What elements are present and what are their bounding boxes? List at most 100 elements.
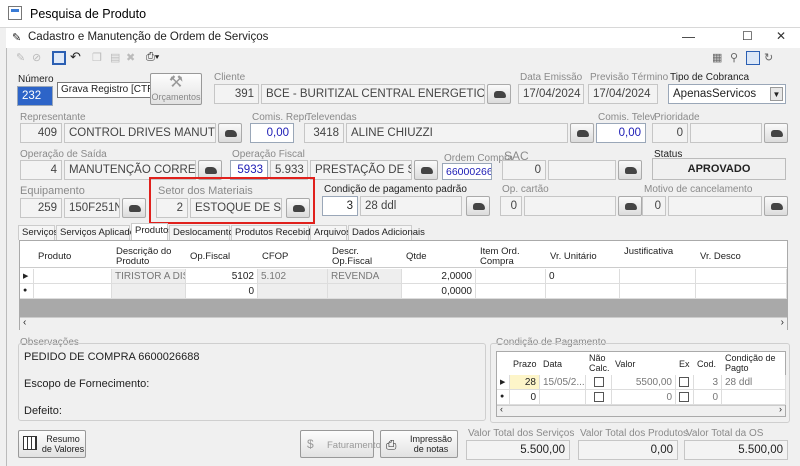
op-cartao-name[interactable] [524,196,616,216]
grid-cell-item[interactable] [476,269,546,284]
scroll-left-icon[interactable]: ‹ [23,317,26,328]
motivo-lookup-icon[interactable] [764,196,788,216]
cp-cell-ex[interactable] [676,375,694,390]
tab-dados-adicionais[interactable]: Dados Adicionais [348,225,425,240]
tab-serviços-aplicados[interactable]: Serviços Aplicados [56,225,140,240]
cond-pag-code[interactable]: 3 [322,196,358,216]
sac-lookup-icon[interactable] [618,160,642,180]
checkbox-icon[interactable] [594,392,604,402]
grid-cell-just[interactable] [620,284,696,299]
print-icon[interactable]: ⎙▾ [146,51,160,65]
comis-telev-field[interactable]: 0,00 [596,123,646,143]
copy-icon[interactable]: ❐ [92,51,106,65]
representante-name[interactable]: CONTROL DRIVES MANUTENÇÃ [64,123,216,143]
search-icon[interactable]: ⚲ [730,51,744,65]
sac-name[interactable] [548,160,616,180]
undo-icon[interactable]: ↶ [70,49,84,64]
op-saida-code[interactable]: 4 [20,160,62,180]
tab-produtos[interactable]: Produtos [131,223,173,240]
scroll-right-icon[interactable]: › [781,317,784,328]
setor-name[interactable]: ESTOQUE DE SERV [190,198,282,218]
grid-cell-descricao[interactable]: TIRISTOR A DIS... [112,269,186,284]
checkbox-icon[interactable] [679,377,689,387]
televendas-code[interactable]: 3418 [304,123,344,143]
ordem-compra-field[interactable]: 6600026688 [442,163,492,180]
close-button[interactable]: ✕ [776,29,786,43]
faturamento-button[interactable]: $ Faturamento [300,430,381,458]
cp-cell-ex[interactable] [676,390,694,405]
print-preview-icon[interactable]: ▤ [110,51,124,65]
cp-cell-data[interactable] [540,390,586,405]
setor-lookup-icon[interactable] [286,198,310,218]
cp-cell-data[interactable]: 15/05/2... [540,375,586,390]
cp-cell-cod[interactable]: 0 [694,390,722,405]
grid-header-2[interactable]: Descrição do Produto [116,247,184,267]
grid-cell-vr_unit[interactable] [546,284,620,299]
orcamentos-button[interactable]: ⚒ Orçamentos [150,73,202,105]
grid-cell-item[interactable] [476,284,546,299]
cp-cell-cod[interactable]: 3 [694,375,722,390]
grid-cell-cfop[interactable] [258,284,328,299]
televendas-name[interactable]: ALINE CHIUZZI [346,123,568,143]
cond-pagamento-scrollbar[interactable]: ‹ › [497,404,785,416]
delete-icon[interactable]: ✖ [126,51,140,65]
prioridade-name[interactable] [690,123,762,143]
impressao-notas-button[interactable]: ⎙ Impressão de notas [380,430,458,458]
grid-cell-produto[interactable] [34,284,112,299]
cp-cell-prazo[interactable]: 0 [510,390,540,405]
grid-header-5[interactable]: Descr. Op.Fiscal [332,247,400,267]
equipamento-name[interactable]: 150F251NBI [64,198,120,218]
cp-scroll-right-icon[interactable]: › [779,404,782,414]
sac-code[interactable]: 0 [502,160,546,180]
equipamento-code[interactable]: 259 [20,198,62,218]
cliente-name[interactable]: BCE - BURITIZAL CENTRAL ENERGETICA S/A [261,84,485,104]
grid-cell-cfop[interactable]: 5.102 [258,269,328,284]
prioridade-lookup-icon[interactable] [764,123,788,143]
televendas-lookup-icon[interactable] [570,123,594,143]
cp-header-7[interactable]: Condição de Pagto [725,353,785,375]
prioridade-field[interactable]: 0 [652,123,688,143]
grid-cell-descr_op[interactable]: REVENDA [328,269,402,284]
tab-produtos-recebidos[interactable]: Produtos Recebidos [231,225,321,240]
grid-cell-desc[interactable] [696,269,787,284]
numero-field[interactable]: 232 [17,86,53,106]
grid-cell-opfiscal[interactable]: 5102 [186,269,258,284]
refresh-icon[interactable]: ↻ [764,51,778,65]
cp-cell-valor[interactable]: 0 [612,390,676,405]
maximize-button[interactable]: ☐ [742,29,753,43]
cp-header-3[interactable]: Não Calc. [589,353,611,375]
grid-cell-descr_op[interactable] [328,284,402,299]
tab-deslocamentos[interactable]: Deslocamentos [169,225,238,240]
cp-cell-prazo[interactable]: 28 [510,375,540,390]
op-fiscal-name[interactable]: PRESTAÇÃO DE SER [310,160,412,180]
help-icon[interactable] [746,51,760,65]
grid-header-9[interactable]: Justificativa [624,247,694,267]
representante-code[interactable]: 409 [20,123,62,143]
grid-cell-vr_unit[interactable]: 0 [546,269,620,284]
motivo-name[interactable] [668,196,762,216]
equipamento-lookup-icon[interactable] [122,198,146,218]
comis-repr-field[interactable]: 0,00 [250,123,294,143]
save-icon[interactable] [52,51,66,65]
representante-lookup-icon[interactable] [218,123,242,143]
data-emissao-field[interactable]: 17/04/2024 [518,84,584,104]
op-cartao-code[interactable]: 0 [500,196,522,216]
cond-pag-name[interactable]: 28 ddl [360,196,462,216]
tipo-cobranca-select[interactable]: ApenasServicos ▼ [668,84,786,104]
grid-cell-desc[interactable] [696,284,787,299]
grid-cell-opfiscal[interactable]: 0 [186,284,258,299]
cliente-lookup-icon[interactable] [487,84,511,104]
cp-cell-nao-calc[interactable] [586,375,612,390]
op-fiscal-lookup-icon[interactable] [414,160,438,180]
op-cartao-lookup-icon[interactable] [618,196,642,216]
tab-serviços[interactable]: Serviços [18,225,58,240]
grid-cell-qtde[interactable]: 2,0000 [402,269,476,284]
grid-cell-produto[interactable] [34,269,112,284]
grid-header-7[interactable]: Item Ord. Compra [480,247,544,267]
previsao-field[interactable]: 17/04/2024 [588,84,658,104]
cp-cell-valor[interactable]: 5500,00 [612,375,676,390]
resumo-valores-button[interactable]: Resumo de Valores [18,430,86,458]
cp-cell-nao-calc[interactable] [586,390,612,405]
checkbox-icon[interactable] [594,377,604,387]
setor-code[interactable]: 2 [156,198,188,218]
